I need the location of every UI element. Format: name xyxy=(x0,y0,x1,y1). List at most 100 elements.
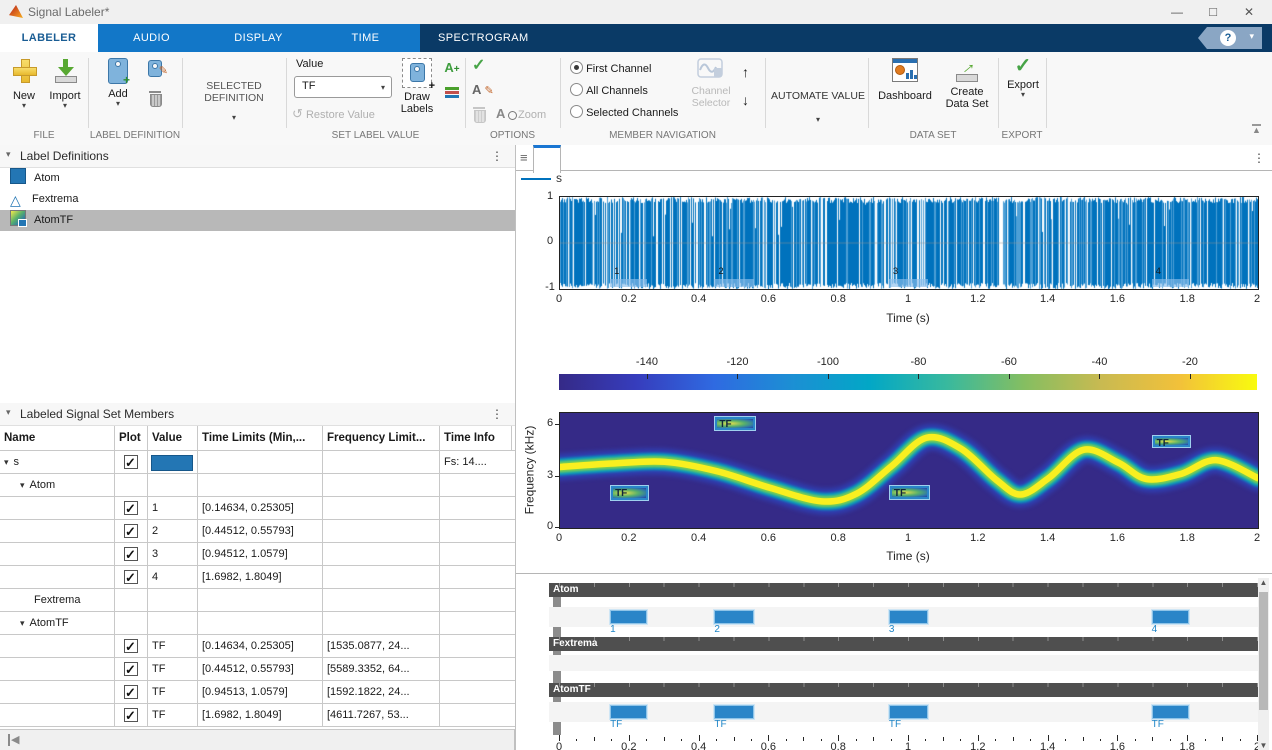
tab-spectrogram[interactable]: SPECTROGRAM xyxy=(420,24,558,52)
new-button[interactable]: New ▾ xyxy=(6,58,42,110)
table-row[interactable]: 2[0.44512, 0.55793] xyxy=(0,520,515,543)
zoom-to-label-button[interactable]: A xyxy=(496,106,517,121)
track-region-box[interactable] xyxy=(1152,610,1189,624)
signal-waveform-plot[interactable] xyxy=(559,196,1259,290)
track-region-box[interactable] xyxy=(714,705,753,719)
plot-checkbox[interactable] xyxy=(124,685,138,699)
minimize-icon[interactable]: — xyxy=(1162,3,1192,21)
collapse-panel-icon[interactable]: ▾ xyxy=(6,407,11,418)
kebab-menu-icon[interactable]: ⋮ xyxy=(491,149,503,163)
plot-checkbox[interactable] xyxy=(124,524,138,538)
add-attribute-button[interactable]: A+ xyxy=(442,60,462,75)
table-row[interactable]: ▾sFs: 14.... xyxy=(0,451,515,474)
column-header-0[interactable]: Name xyxy=(0,426,115,450)
create-data-set-button[interactable]: → Create Data Set xyxy=(938,58,996,110)
table-row[interactable]: ▾Atom xyxy=(0,474,515,497)
channel-selector-button[interactable]: Channel Selector xyxy=(688,58,734,109)
color-swatch[interactable] xyxy=(151,455,193,471)
plot-checkbox[interactable] xyxy=(124,570,138,584)
radio-all-channels[interactable]: All Channels xyxy=(570,83,648,97)
collapse-left-panel-button[interactable]: ◀ xyxy=(8,733,19,746)
table-row[interactable]: 1[0.14634, 0.25305] xyxy=(0,497,515,520)
edit-label-definition-button[interactable]: ✎ xyxy=(144,60,166,77)
table-row[interactable]: Fextrema xyxy=(0,589,515,612)
plot-checkbox[interactable] xyxy=(124,708,138,722)
draw-labels-button[interactable]: + Draw Labels xyxy=(398,58,436,115)
track-region-box[interactable] xyxy=(610,705,647,719)
selected-definition-dropdown[interactable]: SELECTED DEFINITION ▾ xyxy=(190,80,278,122)
plot-checkbox[interactable] xyxy=(124,455,138,469)
scroll-up-icon[interactable]: ▲ xyxy=(1258,578,1269,587)
track-region-box[interactable] xyxy=(889,705,928,719)
tracks-scrollbar[interactable]: ▲ ▼ xyxy=(1258,578,1269,750)
delete-label-definition-button[interactable] xyxy=(144,90,166,106)
tab-labeler[interactable]: LABELER xyxy=(0,24,98,52)
column-header-5[interactable]: Time Info xyxy=(440,426,512,450)
restore-value-button[interactable]: ↺ Restore Value xyxy=(292,106,375,122)
plot-checkbox[interactable] xyxy=(124,501,138,515)
help-button[interactable]: ? ▾ xyxy=(1198,27,1262,49)
label-definition-item[interactable]: Atom xyxy=(0,168,515,189)
column-header-3[interactable]: Time Limits (Min,... xyxy=(198,426,323,450)
track-region-box[interactable] xyxy=(610,610,647,624)
tab-audio[interactable]: AUDIO xyxy=(98,24,205,52)
track-header-atom[interactable]: Atom xyxy=(549,583,1259,597)
track-region-box[interactable] xyxy=(714,610,753,624)
table-row[interactable]: ▾AtomTF xyxy=(0,612,515,635)
add-label-definition-button[interactable]: + Add ▾ xyxy=(98,58,138,108)
table-row[interactable]: TF[0.44512, 0.55793][5589.3352, 64... xyxy=(0,658,515,681)
delete-label-button[interactable] xyxy=(472,106,486,122)
plot-checkbox[interactable] xyxy=(124,547,138,561)
dashboard-button[interactable]: Dashboard xyxy=(876,58,934,102)
tf-region-label[interactable]: TF xyxy=(1153,436,1190,446)
table-row[interactable]: 4[1.6982, 1.8049] xyxy=(0,566,515,589)
tf-region-label[interactable]: TF xyxy=(611,486,648,499)
maximize-icon[interactable]: □ xyxy=(1198,3,1228,21)
tab-display[interactable]: DISPLAY xyxy=(205,24,312,52)
edit-label-button[interactable]: A ✎ xyxy=(472,82,494,97)
group-caption-label-definition: LABEL DEFINITION xyxy=(88,130,182,142)
close-icon[interactable]: ✕ xyxy=(1234,3,1264,21)
scrollbar-thumb[interactable] xyxy=(1259,592,1268,710)
kebab-menu-icon[interactable]: ⋮ xyxy=(1253,151,1265,165)
tab-time[interactable]: TIME xyxy=(312,24,419,52)
accept-button[interactable]: ✓ xyxy=(472,58,485,74)
track-region-box[interactable] xyxy=(1152,705,1189,719)
spectrogram-plot[interactable]: TF TF TF TF xyxy=(559,412,1259,529)
track-region-box[interactable] xyxy=(889,610,928,624)
collapse-panel-icon[interactable]: ▾ xyxy=(6,149,11,160)
column-header-4[interactable]: Frequency Limit... xyxy=(323,426,440,450)
next-member-button[interactable]: ↓ xyxy=(742,92,749,108)
tf-region-label[interactable]: TF xyxy=(715,417,754,429)
track-header-fextrema[interactable]: Fextrema xyxy=(549,637,1259,651)
column-header-1[interactable]: Plot xyxy=(115,426,148,450)
expand-icon[interactable]: ▾ xyxy=(20,480,25,490)
previous-member-button[interactable]: ↑ xyxy=(742,64,749,80)
automate-value-button[interactable]: AUTOMATE VALUE ▾ xyxy=(770,90,866,124)
column-header-2[interactable]: Value xyxy=(148,426,198,450)
radio-first-channel[interactable]: First Channel xyxy=(570,61,651,75)
table-row[interactable]: 3[0.94512, 1.0579] xyxy=(0,543,515,566)
plot-tab-active[interactable] xyxy=(533,145,561,173)
plot-checkbox[interactable] xyxy=(124,639,138,653)
hamburger-icon[interactable]: ≡ xyxy=(520,150,528,165)
expand-icon[interactable]: ▾ xyxy=(20,618,25,628)
kebab-menu-icon[interactable]: ⋮ xyxy=(491,407,503,421)
expand-icon[interactable]: ▾ xyxy=(4,457,9,467)
collapse-ribbon-button[interactable]: ▲ xyxy=(1252,124,1261,134)
label-viewer-button[interactable] xyxy=(442,86,462,99)
scroll-down-icon[interactable]: ▼ xyxy=(1258,741,1269,750)
label-definition-item[interactable]: AtomTF xyxy=(0,210,515,231)
track-header-atomtf[interactable]: AtomTF xyxy=(549,683,1259,697)
label-definition-item[interactable]: △Fextrema xyxy=(0,189,515,210)
export-button[interactable]: ✓ Export ▾ xyxy=(1002,58,1044,99)
table-row[interactable]: TF[1.6982, 1.8049][4611.7267, 53... xyxy=(0,704,515,727)
colorbar[interactable] xyxy=(559,374,1257,390)
table-row[interactable]: TF[0.14634, 0.25305][1535.0877, 24... xyxy=(0,635,515,658)
import-button[interactable]: Import ▾ xyxy=(44,58,86,110)
table-row[interactable]: TF[0.94513, 1.0579][1592.1822, 24... xyxy=(0,681,515,704)
plot-checkbox[interactable] xyxy=(124,662,138,676)
radio-selected-channels[interactable]: Selected Channels xyxy=(570,105,678,119)
tf-region-label[interactable]: TF xyxy=(890,486,929,498)
value-dropdown[interactable]: TF ▾ xyxy=(294,76,392,98)
